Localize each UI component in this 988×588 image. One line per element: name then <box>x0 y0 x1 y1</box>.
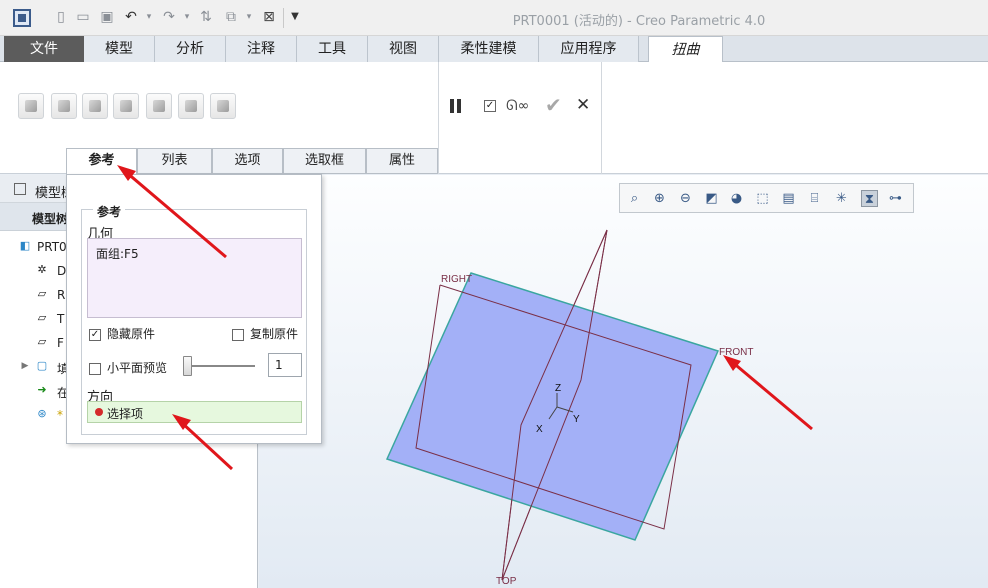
tree-item-label: D <box>57 264 67 278</box>
spine-tool-icon[interactable] <box>82 93 108 119</box>
transform-tool-icon[interactable] <box>18 93 44 119</box>
preview-value-input[interactable]: 1 <box>268 353 302 377</box>
subtab-references[interactable]: 参考 <box>66 148 137 175</box>
tree-item-label: * <box>57 408 63 422</box>
fill-icon: ▢ <box>36 359 48 372</box>
graphics-window[interactable]: ⌕ ⊕ ⊖ ◩ ◕ ⬚ ▤ ⌸ ✳ ⧗ ⊶ RIGHT FRONT TOP Z … <box>259 175 988 588</box>
references-panel: 参考 几何 面组:F5 ✓ 隐藏原件 复制原件 小平面预览 1 方向 选择项 <box>66 174 322 444</box>
warp-feature-icon: ⊛ <box>37 407 47 420</box>
datum-plane-icon: ▱ <box>37 287 47 300</box>
tab-warp[interactable]: 扭曲 <box>648 36 723 63</box>
csys-icon: ✲ <box>37 263 47 276</box>
copy-original-option[interactable]: 复制原件 <box>232 325 298 342</box>
datum-plane-icon: ▱ <box>37 311 47 324</box>
tab-tools[interactable]: 工具 <box>297 36 368 62</box>
references-group-title: 参考 <box>93 203 126 220</box>
small-plane-preview-label: 小平面预览 <box>107 361 168 375</box>
tab-model[interactable]: 模型 <box>84 36 155 62</box>
model-tree-icon <box>14 183 26 195</box>
expand-arrow-icon[interactable]: ▶ <box>18 360 32 372</box>
tab-flexible-modeling[interactable]: 柔性建模 <box>439 36 539 62</box>
preview-slider-track[interactable] <box>191 365 255 367</box>
copy-original-label: 复制原件 <box>250 327 299 341</box>
cancel-icon[interactable]: ✕ <box>576 95 590 115</box>
axis-x-label: X <box>536 424 543 435</box>
subtab-marquee[interactable]: 选取框 <box>283 148 366 174</box>
tab-analysis[interactable]: 分析 <box>155 36 226 62</box>
tree-item-label: PRT0 <box>37 240 67 254</box>
divider <box>438 62 439 174</box>
insert-arrow-icon: ➜ <box>37 383 47 396</box>
pause-icon[interactable] <box>450 99 462 113</box>
title-bar: ▯ ▭ ▣ ↶ ▾ ↷ ▾ ⇅ ⧉ ▾ ⊠ ▼ PRT0001 (活动的) - … <box>0 0 988 36</box>
model-scene: RIGHT FRONT TOP Z Y X <box>385 229 813 587</box>
twist-tool-icon[interactable] <box>178 93 204 119</box>
preview-checkbox[interactable]: ✓ <box>484 100 496 112</box>
direction-collector[interactable]: 选择项 <box>87 401 302 423</box>
tab-applications[interactable]: 应用程序 <box>539 36 639 62</box>
window-title: PRT0001 (活动的) - Creo Parametric 4.0 <box>512 14 766 29</box>
subtab-list[interactable]: 列表 <box>137 148 212 174</box>
hide-original-checkbox[interactable]: ✓ <box>89 328 101 341</box>
geometry-collector[interactable]: 面组:F5 <box>87 238 302 318</box>
tree-item-label: R <box>57 288 66 302</box>
sculpt-tool-icon[interactable] <box>210 93 236 119</box>
copy-original-checkbox[interactable] <box>232 328 244 341</box>
top-label: TOP <box>496 576 517 587</box>
tab-view[interactable]: 视图 <box>368 36 439 62</box>
preview-slider-thumb[interactable] <box>183 356 192 376</box>
annotation-arrow-front <box>730 359 813 431</box>
glasses-icon[interactable]: ᘏ∞ <box>506 98 529 114</box>
part-icon: ◧ <box>19 239 31 252</box>
axis-y-label: Y <box>573 414 580 425</box>
tree-item-label: T <box>57 312 65 326</box>
required-dot-icon <box>95 408 103 416</box>
ok-icon[interactable]: ✔ <box>545 93 562 117</box>
geometry-item[interactable]: 面组:F5 <box>96 245 139 262</box>
tree-item-label: F <box>57 336 64 350</box>
axis-z-label: Z <box>555 383 561 394</box>
right-label: RIGHT <box>441 274 472 285</box>
stretch-tool-icon[interactable] <box>113 93 139 119</box>
subtab-properties[interactable]: 属性 <box>366 148 438 174</box>
datum-plane-icon: ▱ <box>37 335 47 348</box>
subtab-options[interactable]: 选项 <box>212 148 283 174</box>
hide-original-label: 隐藏原件 <box>107 327 156 341</box>
warp-tool-icon[interactable] <box>51 93 77 119</box>
hide-original-option[interactable]: ✓ 隐藏原件 <box>89 325 155 342</box>
model-tree-column: 模型树 <box>32 212 69 226</box>
tab-annotate[interactable]: 注释 <box>226 36 297 62</box>
tab-file[interactable]: 文件 <box>4 36 84 62</box>
small-plane-preview-option[interactable]: 小平面预览 <box>89 359 167 376</box>
small-plane-preview-checkbox[interactable] <box>89 362 101 375</box>
ribbon-tabs: 文件 模型 分析 注释 工具 视图 柔性建模 应用程序 扭曲 <box>0 36 988 63</box>
direction-select-item[interactable]: 选择项 <box>107 405 143 422</box>
bend-tool-icon[interactable] <box>146 93 172 119</box>
divider <box>601 62 602 174</box>
